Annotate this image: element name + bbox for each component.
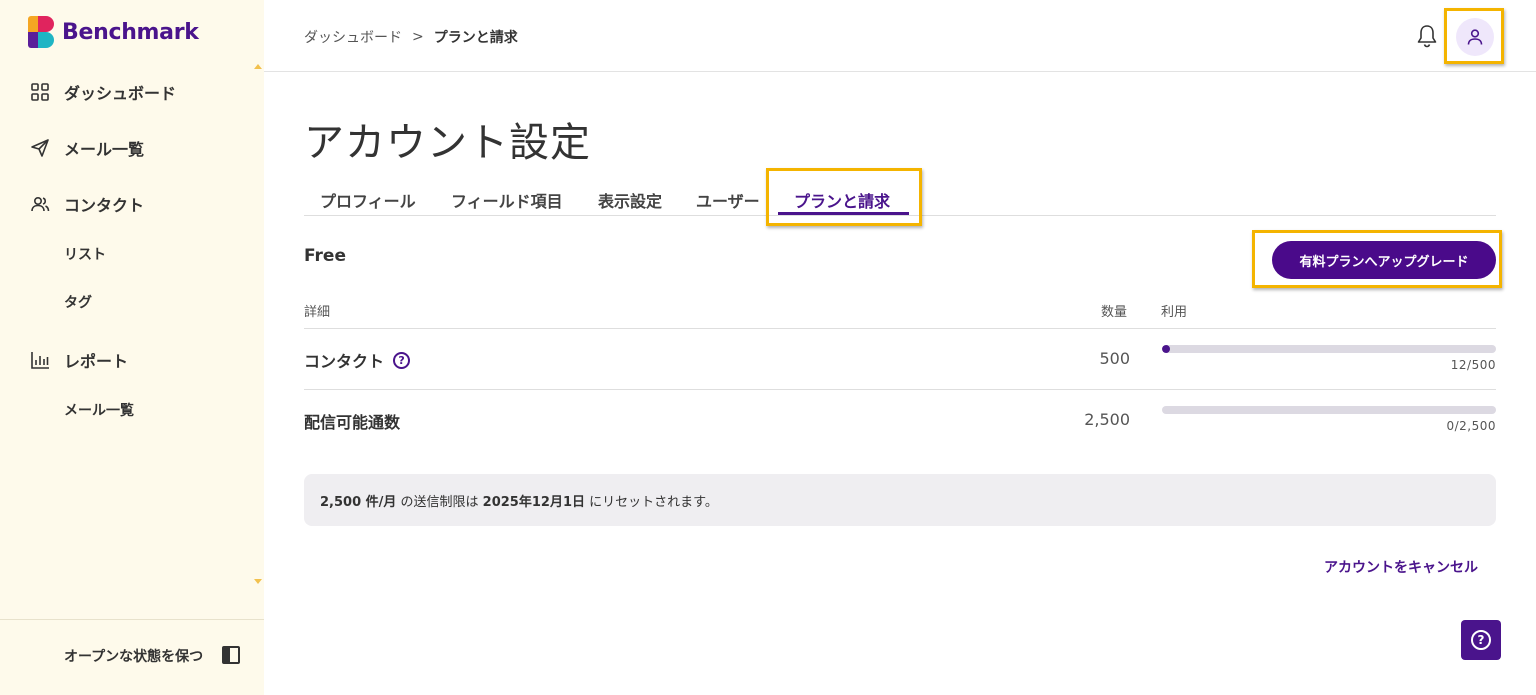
sidebar-item-reports[interactable]: レポート: [30, 348, 128, 372]
grid-icon: [30, 82, 50, 102]
help-button[interactable]: ?: [1461, 620, 1501, 660]
sidebar-subitem-lists[interactable]: リスト: [64, 244, 106, 264]
usage-label: 0/2,500: [1446, 419, 1496, 433]
bell-icon[interactable]: [1416, 24, 1438, 48]
breadcrumb-current: プランと請求: [433, 30, 518, 46]
sidebar-item-label: メール一覧: [64, 140, 145, 159]
sidebar-footer: オープンな状態を保つ: [0, 619, 264, 695]
row-quantity: 500: [1099, 349, 1130, 368]
benchmark-logo-icon: [28, 16, 54, 48]
top-header: ダッシュボード > プランと請求: [264, 0, 1536, 72]
avatar-highlight: [1444, 8, 1504, 64]
tab-display-settings[interactable]: 表示設定: [598, 188, 662, 212]
sidebar-item-label: レポート: [64, 352, 129, 371]
brand-logo[interactable]: Benchmark: [28, 16, 199, 48]
user-icon: [1467, 29, 1483, 45]
tab-highlight-box: [766, 168, 922, 226]
tab-profile[interactable]: プロフィール: [320, 188, 416, 212]
column-header-usage: 利用: [1161, 305, 1188, 320]
upgrade-highlight-box: 有料プランへアップグレード: [1252, 230, 1502, 288]
row-label: コンタクト: [304, 352, 385, 371]
reset-notice: 2,500 件/月 の送信制限は 2025年12月1日 にリセットされます。: [304, 474, 1496, 526]
help-circle-icon[interactable]: ?: [393, 351, 411, 369]
sidebar-subitem-tags[interactable]: タグ: [64, 292, 92, 312]
upgrade-button[interactable]: 有料プランへアップグレード: [1272, 241, 1496, 279]
sidebar-item-dashboard[interactable]: ダッシュボード: [30, 80, 176, 104]
tab-users[interactable]: ユーザー: [696, 188, 760, 212]
breadcrumb-dashboard-link[interactable]: ダッシュボード: [304, 27, 402, 47]
help-circle-icon: ?: [1471, 630, 1491, 650]
scroll-up-arrow-icon[interactable]: [254, 64, 262, 69]
table-row: コンタクト ? 500 12/500: [304, 329, 1496, 390]
notice-text-end: にリセットされます。: [585, 494, 718, 510]
user-avatar-button[interactable]: [1456, 18, 1494, 56]
brand-name: Benchmark: [62, 19, 199, 45]
notice-text: の送信制限は: [396, 494, 483, 510]
cancel-account-link[interactable]: アカウントをキャンセル: [1324, 557, 1478, 577]
row-label-wrapper: 配信可能通数: [304, 409, 400, 433]
send-icon: [30, 138, 50, 158]
tab-fields[interactable]: フィールド項目: [451, 188, 563, 212]
sidebar-item-emails[interactable]: メール一覧: [30, 136, 144, 160]
bar-chart-icon: [30, 350, 50, 370]
row-label-wrapper: コンタクト ?: [304, 348, 411, 372]
row-quantity: 2,500: [1084, 410, 1130, 429]
plan-name: Free: [304, 246, 346, 266]
keep-open-label[interactable]: オープンな状態を保つ: [64, 646, 203, 666]
sidebar-item-contacts[interactable]: コンタクト: [30, 192, 144, 216]
column-header-quantity: 数量: [1101, 305, 1128, 320]
breadcrumb-separator: >: [412, 29, 424, 45]
column-header-detail: 詳細: [304, 305, 331, 320]
row-label: 配信可能通数: [304, 413, 401, 432]
page-title: アカウント設定: [304, 120, 591, 166]
scroll-down-arrow-icon[interactable]: [254, 579, 262, 584]
usage-progress-fill: [1162, 345, 1171, 353]
sidebar-subitem-report-emails[interactable]: メール一覧: [64, 400, 134, 420]
sidebar-item-label: コンタクト: [64, 196, 145, 215]
table-row: 配信可能通数 2,500 0/2,500: [304, 390, 1496, 451]
plan-table-header: 詳細 数量 利用: [304, 300, 1496, 329]
breadcrumb: ダッシュボード > プランと請求: [304, 27, 518, 47]
sidebar: Benchmark ダッシュボード メール一覧 コンタクト リスト タグ レポー…: [0, 0, 264, 695]
usage-progress-bar: [1162, 345, 1496, 353]
notice-limit: 2,500 件/月: [320, 494, 397, 510]
usage-progress-bar: [1162, 406, 1496, 414]
sidebar-item-label: ダッシュボード: [64, 84, 177, 103]
notice-date: 2025年12月1日: [482, 494, 585, 510]
users-icon: [30, 194, 50, 214]
usage-label: 12/500: [1450, 358, 1496, 372]
sidebar-panel-toggle-icon[interactable]: [222, 646, 240, 664]
